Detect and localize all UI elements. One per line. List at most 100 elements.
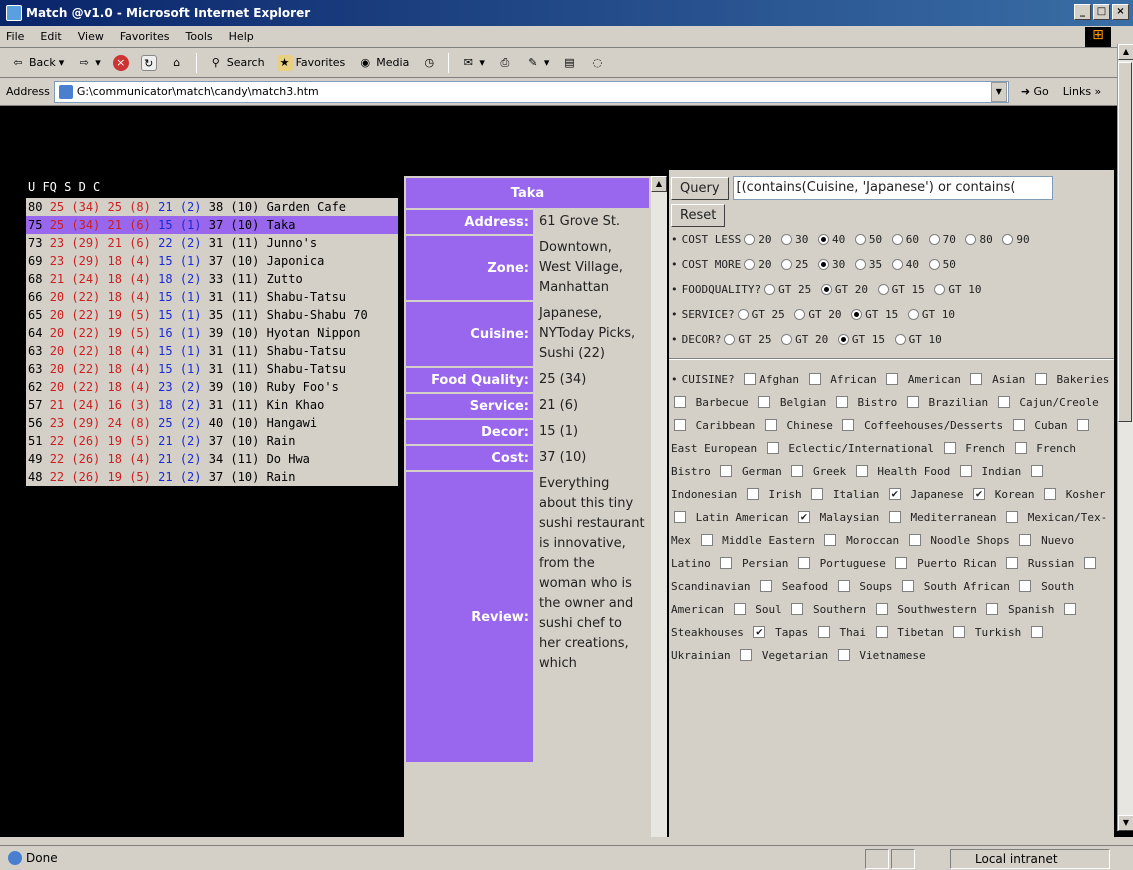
checkbox[interactable] [674,511,686,523]
checkbox[interactable] [875,603,888,615]
checkbox[interactable] [835,396,848,408]
links-button[interactable]: Links » [1063,85,1102,98]
checkbox[interactable] [1083,557,1096,569]
radio-button[interactable] [837,333,849,345]
scroll-up-arrow-icon[interactable]: ▲ [1118,44,1133,60]
result-row[interactable]: 73 23 (29) 21 (6) 22 (2) 31 (11) Junno's [26,234,398,252]
checkbox[interactable] [1019,580,1032,592]
result-row[interactable]: 51 22 (26) 19 (5) 21 (2) 37 (10) Rain [26,432,398,450]
media-button[interactable]: ◉ Media [353,53,413,73]
checkbox[interactable] [895,557,908,569]
radio-button[interactable] [854,258,866,270]
radio-button[interactable] [744,258,756,270]
checkbox[interactable] [1034,373,1047,385]
checkbox[interactable] [808,373,821,385]
checkbox[interactable] [1019,534,1032,546]
radio-button[interactable] [891,258,903,270]
checkbox[interactable] [1077,419,1090,431]
checkbox[interactable] [875,626,888,638]
checkbox[interactable] [824,534,837,546]
page-scrollbar[interactable]: ▲ ▼ [1117,44,1133,831]
checkbox[interactable] [740,649,753,661]
result-row[interactable]: 64 20 (22) 19 (5) 16 (1) 39 (10) Hyotan … [26,324,398,342]
checkbox[interactable] [842,419,855,431]
radio-button[interactable] [928,258,940,270]
result-row[interactable]: 66 20 (22) 18 (4) 15 (1) 31 (11) Shabu-T… [26,288,398,306]
checkbox[interactable] [953,626,966,638]
discuss-button[interactable]: ▤ [557,53,581,73]
messenger-button[interactable]: ◌ [585,53,609,73]
checkbox[interactable] [1030,465,1043,477]
menu-edit[interactable]: Edit [40,30,61,43]
scroll-thumb[interactable] [1118,62,1132,422]
forward-button[interactable]: ⇨ ▾ [72,53,105,73]
checkbox[interactable] [943,442,956,454]
result-row[interactable]: 65 20 (22) 19 (5) 15 (1) 35 (11) Shabu-S… [26,306,398,324]
radio-button[interactable] [1002,233,1014,245]
checkbox[interactable] [888,511,901,523]
address-dropdown-icon[interactable]: ▼ [990,81,1007,102]
edit-button[interactable]: ✎ ▾ [521,53,554,73]
radio-button[interactable] [907,308,919,320]
result-row[interactable]: 80 25 (34) 25 (8) 21 (2) 38 (10) Garden … [26,198,398,216]
radio-button[interactable] [724,333,736,345]
checkbox[interactable] [959,465,972,477]
checkbox[interactable] [1063,603,1076,615]
checkbox[interactable]: ✔ [797,511,810,523]
checkbox[interactable] [837,580,850,592]
checkbox[interactable] [791,465,804,477]
scroll-down-arrow-icon[interactable]: ▼ [1118,815,1133,831]
mail-button[interactable]: ✉ ▾ [456,53,489,73]
checkbox[interactable] [1044,488,1057,500]
radio-button[interactable] [820,283,832,295]
detail-scrollbar[interactable]: ▲ [651,176,667,837]
radio-button[interactable] [894,333,906,345]
result-row[interactable]: 57 21 (24) 16 (3) 18 (2) 31 (11) Kin Kha… [26,396,398,414]
refresh-button[interactable]: ↻ [137,53,161,73]
radio-button[interactable] [817,258,829,270]
scroll-up-arrow-icon[interactable]: ▲ [651,176,667,192]
radio-button[interactable] [744,233,756,245]
checkbox[interactable] [817,626,830,638]
checkbox[interactable] [797,557,810,569]
checkbox[interactable] [986,603,999,615]
radio-button[interactable] [851,308,863,320]
close-button[interactable]: × [1112,4,1129,20]
menu-tools[interactable]: Tools [186,30,213,43]
reset-button[interactable]: Reset [671,204,726,227]
favorites-button[interactable]: ★ Favorites [273,53,350,73]
checkbox[interactable] [902,580,915,592]
checkbox[interactable] [758,396,771,408]
back-button[interactable]: ⇦ Back ▾ [6,53,68,73]
history-button[interactable]: ◷ [417,53,441,73]
checkbox[interactable]: ✔ [753,626,766,638]
radio-button[interactable] [854,233,866,245]
radio-button[interactable] [764,283,776,295]
checkbox[interactable] [855,465,868,477]
checkbox[interactable] [764,419,777,431]
query-input[interactable]: [(contains(Cuisine, 'Japanese') or conta… [732,176,1053,200]
checkbox[interactable] [760,580,773,592]
checkbox[interactable] [908,534,921,546]
checkbox[interactable] [1012,419,1025,431]
minimize-button[interactable]: _ [1074,4,1091,20]
result-row[interactable]: 56 23 (29) 24 (8) 25 (2) 40 (10) Hangawi [26,414,398,432]
checkbox[interactable] [733,603,746,615]
radio-button[interactable] [877,283,889,295]
radio-button[interactable] [781,233,793,245]
menu-help[interactable]: Help [229,30,254,43]
maximize-button[interactable]: □ [1093,4,1110,20]
stop-button[interactable]: × [109,53,133,73]
checkbox[interactable] [746,488,759,500]
checkbox[interactable] [1006,557,1019,569]
checkbox[interactable] [811,488,824,500]
checkbox[interactable] [886,373,899,385]
checkbox[interactable] [744,373,757,385]
checkbox[interactable] [720,465,733,477]
result-row[interactable]: 63 20 (22) 18 (4) 15 (1) 31 (11) Shabu-T… [26,342,398,360]
result-row[interactable]: 68 21 (24) 18 (4) 18 (2) 33 (11) Zutto [26,270,398,288]
result-row[interactable]: 62 20 (22) 18 (4) 23 (2) 39 (10) Ruby Fo… [26,378,398,396]
checkbox[interactable] [720,557,733,569]
menu-file[interactable]: File [6,30,24,43]
print-button[interactable]: ⎙ [493,53,517,73]
